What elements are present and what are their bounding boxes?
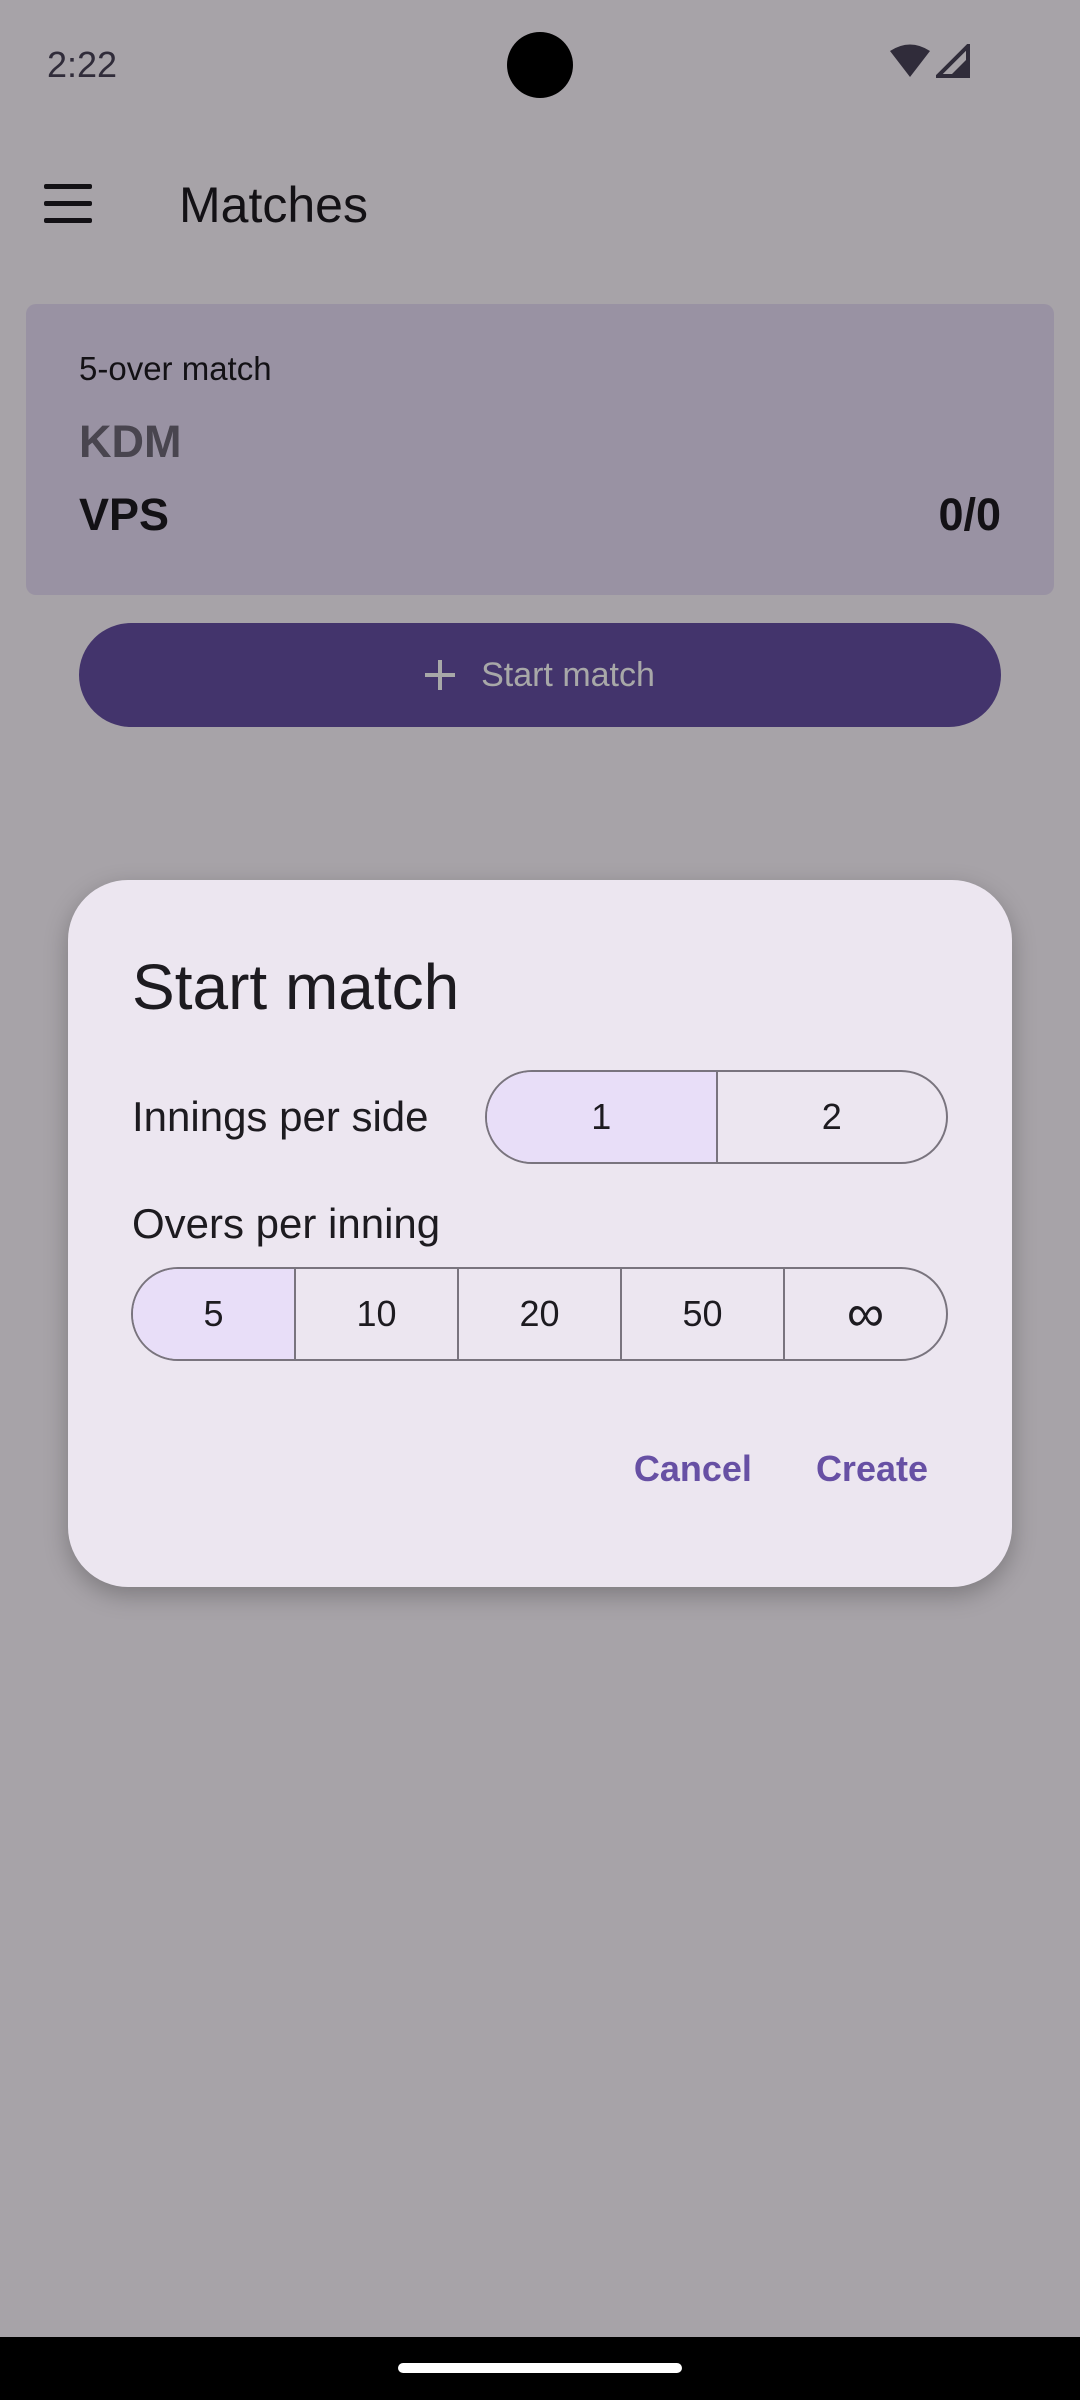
cancel-button[interactable]: Cancel	[634, 1448, 752, 1490]
overs-option-50[interactable]: 50	[620, 1269, 783, 1359]
dialog-title: Start match	[132, 951, 460, 1023]
screen: 2:22 Matches 5-over match KDM VPS 0/0 St…	[0, 0, 1080, 2400]
overs-option-5[interactable]: 5	[133, 1269, 294, 1359]
innings-option-2[interactable]: 2	[715, 1072, 947, 1162]
create-button[interactable]: Create	[816, 1448, 928, 1490]
overs-option-unlimited[interactable]: ∞	[783, 1269, 946, 1359]
start-match-dialog: Start match Innings per side 1 2 Overs p…	[68, 880, 1012, 1587]
navigation-bar	[0, 2337, 1080, 2400]
innings-segmented-control: 1 2	[485, 1070, 948, 1164]
overs-segmented-control: 5 10 20 50 ∞	[131, 1267, 948, 1361]
overs-label: Overs per inning	[132, 1200, 441, 1247]
overs-option-20[interactable]: 20	[457, 1269, 620, 1359]
dialog-actions: Cancel Create	[634, 1448, 928, 1490]
innings-option-1[interactable]: 1	[487, 1072, 716, 1162]
innings-label: Innings per side	[132, 1093, 429, 1140]
overs-option-10[interactable]: 10	[294, 1269, 457, 1359]
home-gesture-handle[interactable]	[398, 2363, 682, 2373]
